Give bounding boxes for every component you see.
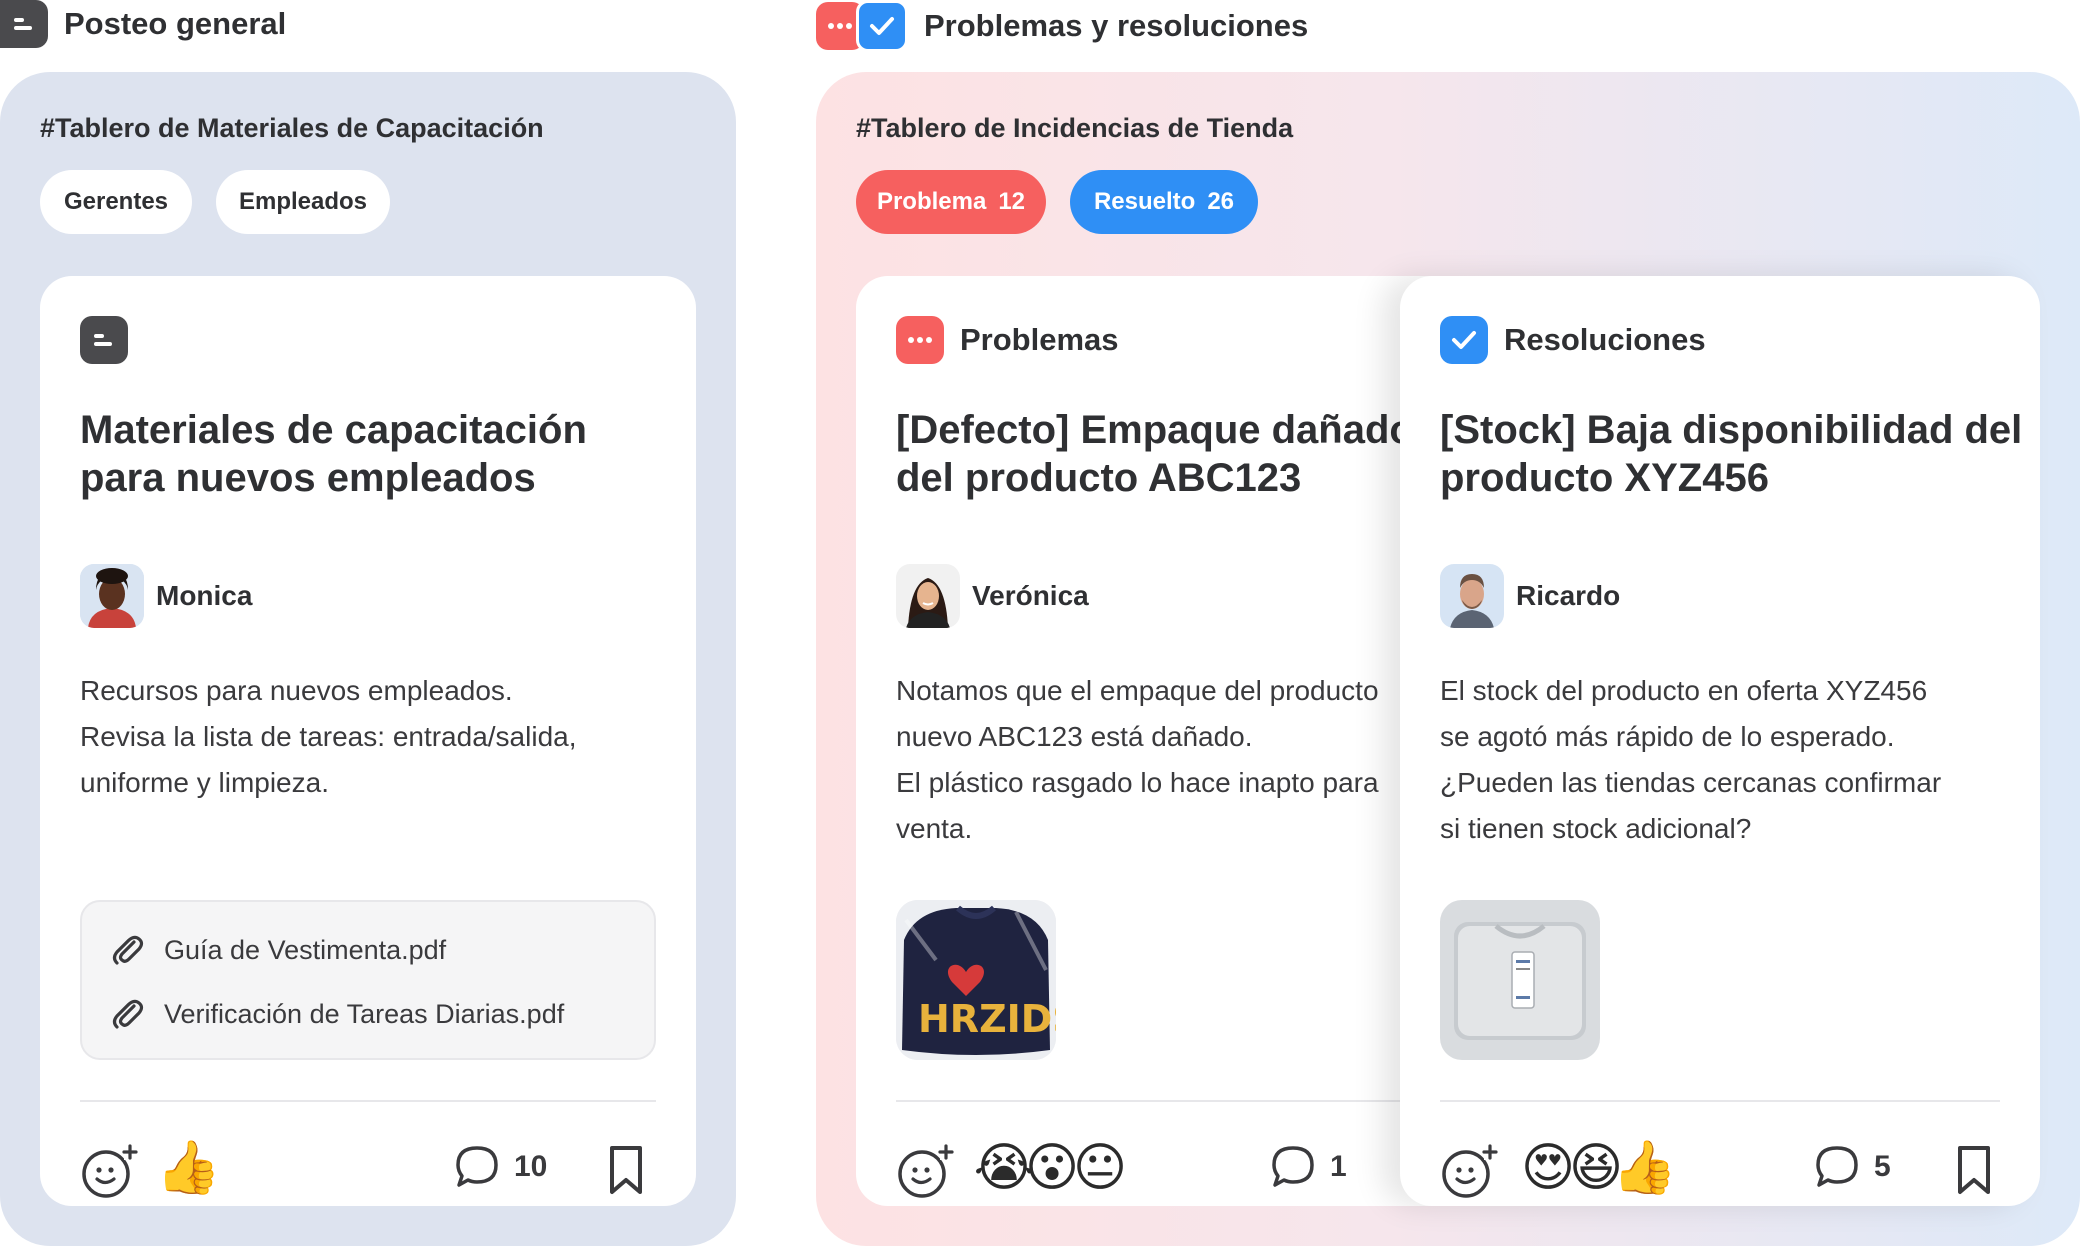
paperclip-icon [112, 935, 144, 965]
body-line: se agotó más rápido de lo esperado. [1440, 721, 1895, 752]
chip-label: Gerentes [63, 188, 169, 215]
author[interactable]: Ricardo [1440, 564, 1620, 628]
post-footer: 😍 😆 👍 5 [1440, 1136, 2000, 1206]
card-header-label: Problemas [960, 322, 1119, 357]
post-footer: 😭 😮 😐 1 [896, 1136, 1436, 1206]
chip-count: 12 [998, 188, 1026, 215]
comment-count: 1 [1330, 1150, 1347, 1183]
comment-icon [1816, 1146, 1858, 1187]
post-title-line: para nuevos empleados [80, 456, 536, 500]
post-title-line: [Defecto] Empaque dañado [896, 408, 1414, 452]
resolutions-card[interactable]: Resoluciones [Stock] Baja disponibilidad… [1400, 276, 2040, 1206]
body-line: El plástico rasgado lo hace inapto para [896, 767, 1379, 798]
post-body: El stock del producto en oferta XYZ456 s… [1440, 668, 2040, 852]
body-line: Notamos que el empaque del producto [896, 675, 1379, 706]
board-title: #Tablero de Materiales de Capacitación [40, 113, 544, 143]
reaction-emoji[interactable]: 👍 [1612, 1136, 1677, 1200]
check-icon [1440, 316, 1488, 364]
problems-card[interactable]: Problemas [Defecto] Empaque dañado del p… [856, 276, 1476, 1206]
attachment-name: Guía de Vestimenta.pdf [164, 934, 447, 965]
add-reaction-icon[interactable] [80, 1142, 138, 1205]
post-footer: 👍 10 [80, 1136, 656, 1206]
body-line: Revisa la lista de tareas: entrada/salid… [80, 721, 577, 752]
bookmark-icon[interactable] [1952, 1144, 1996, 1201]
add-reaction-icon[interactable] [896, 1142, 954, 1205]
section-header-issues: Problemas y resoluciones [816, 0, 1308, 52]
paperclip-icon [112, 999, 144, 1029]
comments-button[interactable]: 10 [454, 1144, 547, 1190]
check-icon [856, 0, 908, 52]
board-title: #Tablero de Incidencias de Tienda [856, 113, 1294, 143]
avatar [896, 564, 960, 628]
post-title[interactable]: [Defecto] Empaque dañado del producto AB… [896, 406, 1476, 502]
avatar [1440, 564, 1504, 628]
chip-gerentes[interactable]: Gerentes [40, 170, 192, 234]
comment-count: 5 [1874, 1150, 1891, 1183]
attachment-item[interactable]: Verificación de Tareas Diarias.pdf [110, 996, 564, 1032]
body-line: Recursos para nuevos empleados. [80, 675, 513, 706]
divider [896, 1100, 1456, 1102]
comment-icon [1272, 1146, 1314, 1187]
divider [1440, 1100, 2000, 1102]
post-body: Notamos que el empaque del producto nuev… [896, 668, 1476, 852]
note-icon [0, 0, 48, 48]
svg-text:HRZIDS: HRZIDS [918, 997, 1056, 1041]
post-title-line: Materiales de capacitación [80, 408, 587, 452]
attachment-item[interactable]: Guía de Vestimenta.pdf [110, 932, 446, 968]
divider [80, 1100, 656, 1102]
post-title-line: producto XYZ456 [1440, 456, 1769, 500]
body-line: nuevo ABC123 está dañado. [896, 721, 1253, 752]
bookmark-icon[interactable] [604, 1144, 648, 1201]
body-line: ¿Pueden las tiendas cercanas confirmar [1440, 767, 1942, 798]
post-card[interactable]: Materiales de capacitación para nuevos e… [40, 276, 696, 1206]
comment-icon [456, 1146, 498, 1187]
chip-count: 26 [1207, 188, 1235, 215]
post-title-line: [Stock] Baja disponibilidad del [1440, 408, 2023, 452]
author-name: Monica [156, 580, 253, 611]
reaction-emoji[interactable]: 😐 [1068, 1136, 1132, 1200]
section-header-general: Posteo general [0, 0, 286, 48]
dots-icon [896, 316, 944, 364]
note-icon [80, 316, 128, 364]
body-line: uniforme y limpieza. [80, 767, 329, 798]
section-title: Posteo general [64, 6, 287, 41]
chip-empleados[interactable]: Empleados [216, 170, 390, 234]
comments-button[interactable]: 5 [1814, 1144, 1891, 1190]
author[interactable]: Verónica [896, 564, 1089, 628]
body-line: si tienen stock adicional? [1440, 813, 1752, 844]
chip-problema[interactable]: Problema 12 [856, 170, 1046, 234]
attachment-name: Verificación de Tareas Diarias.pdf [164, 998, 565, 1029]
attachments-box: Guía de Vestimenta.pdf Verificación de T… [80, 900, 656, 1060]
body-line: venta. [896, 813, 973, 844]
reaction-emoji[interactable]: 👍 [156, 1136, 221, 1200]
author[interactable]: Monica [80, 564, 252, 628]
chip-label: Problema [876, 188, 987, 215]
avatar [80, 564, 144, 628]
post-title[interactable]: [Stock] Baja disponibilidad del producto… [1440, 406, 2023, 502]
post-title-line: del producto ABC123 [896, 456, 1302, 500]
author-name: Verónica [972, 580, 1089, 611]
author-name: Ricardo [1516, 580, 1621, 611]
comments-button[interactable]: 1 [1270, 1144, 1347, 1190]
chip-label: Empleados [238, 188, 368, 215]
body-line: El stock del producto en oferta XYZ456 [1440, 675, 1928, 706]
post-title[interactable]: Materiales de capacitación para nuevos e… [80, 406, 696, 502]
add-reaction-icon[interactable] [1440, 1142, 1498, 1205]
card-header-label: Resoluciones [1504, 322, 1706, 357]
post-body: Recursos para nuevos empleados. Revisa l… [80, 668, 680, 806]
chip-resuelto[interactable]: Resuelto 26 [1070, 170, 1258, 234]
comment-count: 10 [514, 1150, 548, 1183]
chip-label: Resuelto [1093, 188, 1196, 215]
product-image[interactable]: HRZIDS [896, 900, 1056, 1060]
product-image[interactable] [1440, 900, 1600, 1060]
section-title: Problemas y resoluciones [924, 8, 1309, 43]
